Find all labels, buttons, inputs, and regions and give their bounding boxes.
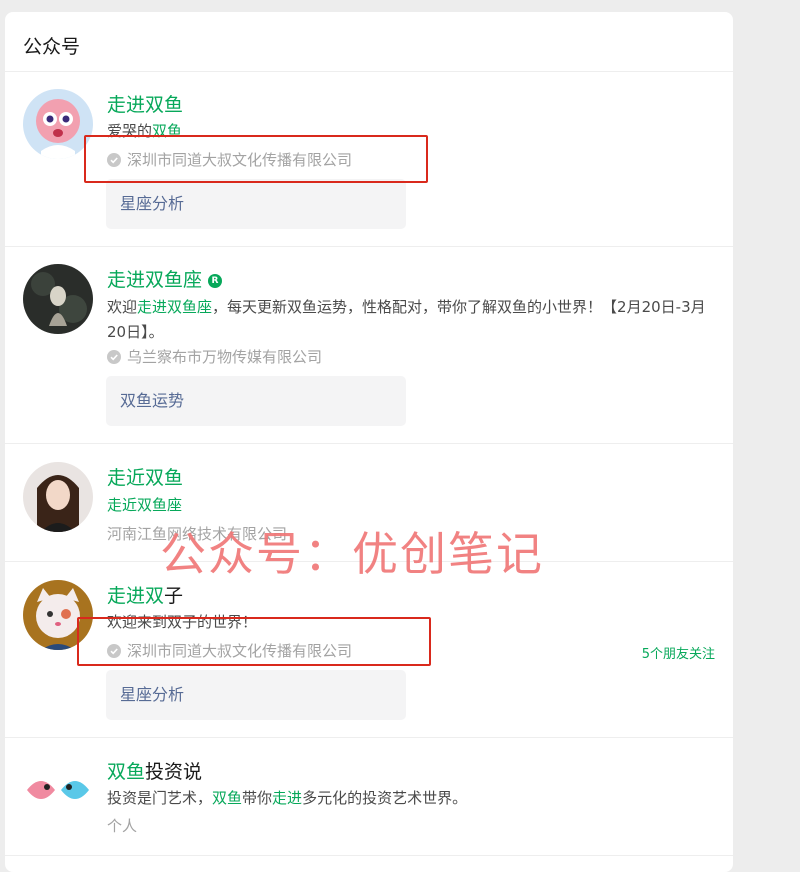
service-tag[interactable]: 星座分析 (106, 670, 406, 720)
verified-entity: 个人 (107, 817, 138, 835)
account-name[interactable]: 走进双子 (107, 581, 183, 608)
divider (5, 246, 733, 247)
search-results-card: 公众号 走进双鱼 爱哭的双鱼 深圳市同道大叔文化传播有限公司 星座分析 走进双鱼… (5, 12, 733, 872)
account-name[interactable]: 走进双鱼 (107, 90, 183, 117)
avatar[interactable] (23, 754, 93, 824)
avatar[interactable] (23, 264, 93, 334)
section-title: 公众号 (23, 36, 81, 58)
account-name[interactable]: 走进双鱼座 R (107, 265, 223, 292)
divider (5, 737, 733, 738)
avatar[interactable] (23, 89, 93, 159)
verified-entity: 深圳市同道大叔文化传播有限公司 (107, 149, 352, 170)
friends-following-count: 5个朋友关注 (641, 647, 715, 662)
verified-check-icon (107, 152, 121, 167)
registered-badge-icon: R (208, 273, 223, 288)
verified-entity: 乌兰察布市万物传媒有限公司 (107, 346, 322, 367)
divider (5, 443, 733, 444)
account-description: 投资是门艺术，双鱼带你走进多元化的投资艺术世界。 (107, 789, 468, 807)
account-description: 欢迎来到双子的世界！ (107, 613, 258, 631)
account-name[interactable]: 走近双鱼 (107, 463, 183, 490)
avatar[interactable] (23, 462, 93, 532)
account-description: 爱哭的双鱼 (107, 122, 183, 140)
service-tag[interactable]: 双鱼运势 (106, 376, 406, 426)
watermark-text: 公众号：优创笔记 (160, 527, 544, 581)
account-description: 欢迎走进双鱼座，每天更新双鱼运势，性格配对，带你了解双鱼的小世界！【2月20日-… (107, 298, 706, 341)
divider (5, 71, 733, 72)
verified-entity: 深圳市同道大叔文化传播有限公司 (107, 640, 352, 661)
service-tag[interactable]: 星座分析 (106, 179, 406, 229)
verified-check-icon (107, 643, 121, 658)
account-name[interactable]: 双鱼投资说 (107, 757, 202, 784)
avatar[interactable] (23, 580, 93, 650)
account-description: 走近双鱼座 (107, 496, 183, 514)
verified-check-icon (107, 349, 121, 364)
